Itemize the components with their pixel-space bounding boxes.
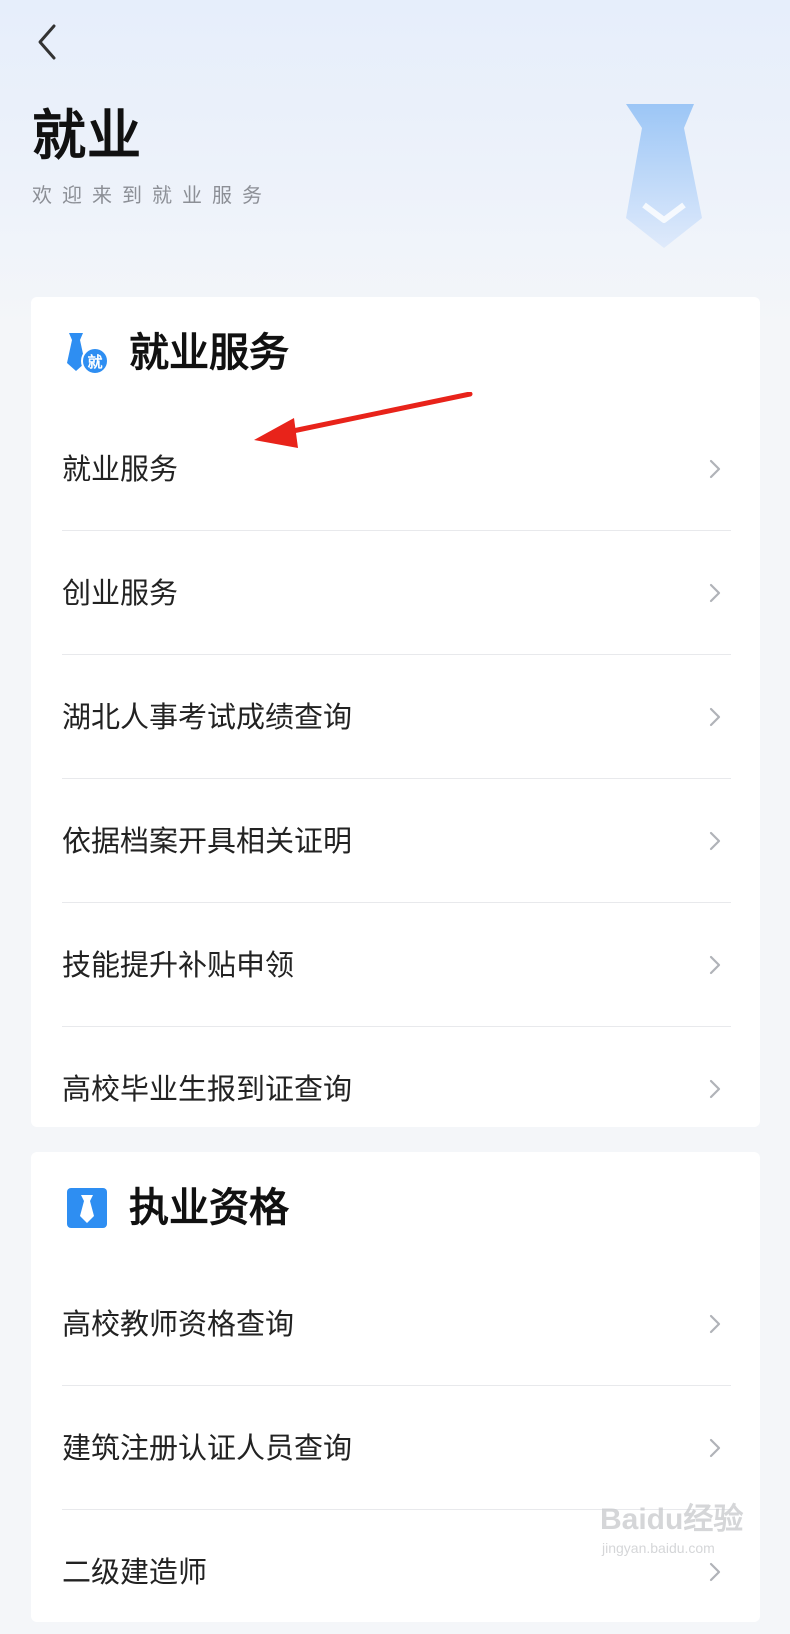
chevron-right-icon [709, 831, 721, 851]
section-header: 执业资格 [31, 1152, 760, 1262]
list-item-skill-subsidy[interactable]: 技能提升补贴申领 [31, 903, 760, 1027]
list-item-label: 建筑注册认证人员查询 [62, 1431, 353, 1465]
list-item-label: 技能提升补贴申领 [62, 948, 295, 982]
page-subtitle: 欢迎来到就业服务 [32, 183, 272, 207]
employment-services-card: 就 就业服务 就业服务 创业服务 湖北人事考试成绩查询 依据档案开具相关证明 技… [31, 297, 760, 1127]
professional-qualification-list: 高校教师资格查询 建筑注册认证人员查询 二级建造师 [31, 1262, 760, 1634]
chevron-left-icon [38, 24, 56, 60]
necktie-illustration-icon [626, 104, 702, 248]
list-item-employment-service[interactable]: 就业服务 [31, 407, 760, 531]
tie-square-icon [67, 1188, 107, 1228]
chevron-right-icon [709, 1079, 721, 1099]
baidu-jingyan-watermark: Baidu经验 jingyan.baidu.com [600, 1500, 750, 1570]
chevron-right-icon [709, 1314, 721, 1334]
back-button[interactable] [28, 20, 68, 64]
chevron-right-icon [709, 955, 721, 975]
list-item-label: 依据档案开具相关证明 [62, 824, 353, 858]
badge-text: 就 [87, 353, 102, 371]
employment-tie-badge-icon: 就 [67, 333, 109, 375]
page-title: 就业 [32, 104, 142, 167]
list-item-archive-certificate[interactable]: 依据档案开具相关证明 [31, 779, 760, 903]
list-item-label: 二级建造师 [62, 1555, 208, 1589]
list-item-entrepreneurship-service[interactable]: 创业服务 [31, 531, 760, 655]
chevron-right-icon [709, 459, 721, 479]
section-title: 执业资格 [129, 1185, 289, 1231]
list-item-teacher-qualification-query[interactable]: 高校教师资格查询 [31, 1262, 760, 1386]
list-item-label: 创业服务 [62, 576, 179, 610]
list-item-graduate-report-query[interactable]: 高校毕业生报到证查询 [31, 1027, 760, 1151]
list-item-label: 就业服务 [62, 452, 179, 486]
list-item-construction-registration-query[interactable]: 建筑注册认证人员查询 [31, 1386, 760, 1510]
list-item-label: 高校毕业生报到证查询 [62, 1072, 353, 1106]
list-item-label: 高校教师资格查询 [62, 1307, 295, 1341]
chevron-right-icon [709, 583, 721, 603]
watermark-logo: Baidu经验 [600, 1503, 744, 1536]
section-header: 就 就业服务 [31, 297, 760, 407]
chevron-right-icon [709, 1438, 721, 1458]
list-item-exam-score-query[interactable]: 湖北人事考试成绩查询 [31, 655, 760, 779]
chevron-right-icon [709, 707, 721, 727]
employment-services-list: 就业服务 创业服务 湖北人事考试成绩查询 依据档案开具相关证明 技能提升补贴申领… [31, 407, 760, 1151]
list-item-label: 湖北人事考试成绩查询 [62, 700, 353, 734]
watermark-url: jingyan.baidu.com [602, 1540, 715, 1556]
section-title: 就业服务 [129, 330, 289, 376]
